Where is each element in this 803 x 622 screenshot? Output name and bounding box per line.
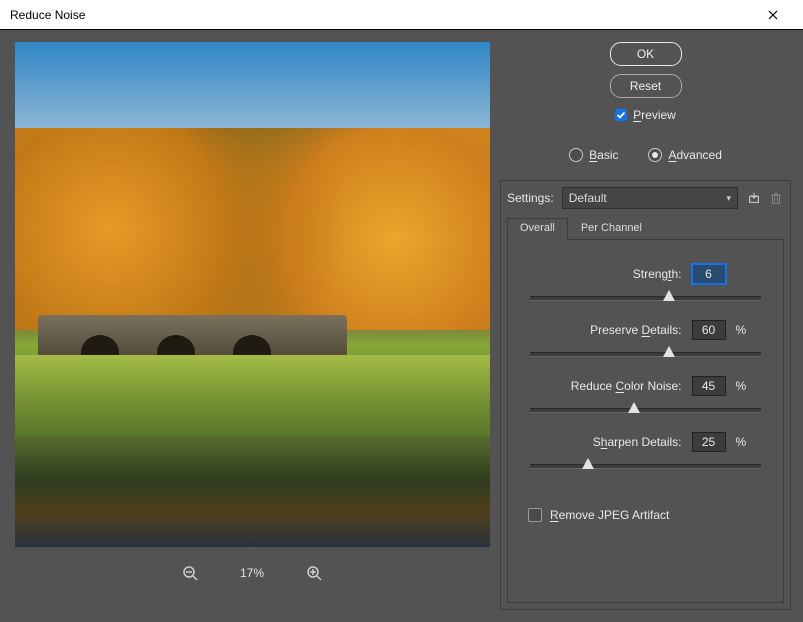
preview-checkbox[interactable] xyxy=(615,109,627,121)
reset-button[interactable]: Reset xyxy=(610,74,682,98)
preserve-details-unit: % xyxy=(736,323,750,337)
mode-advanced-label: Advanced xyxy=(668,148,721,162)
mode-basic[interactable]: Basic xyxy=(569,148,618,162)
settings-panel: Settings: Default ▾ xyxy=(500,180,791,610)
ok-button-label: OK xyxy=(637,47,654,61)
preview-toggle[interactable]: Preview xyxy=(615,108,676,122)
param-reduce-color: Reduce Color Noise: 45 % xyxy=(520,376,771,422)
preserve-details-slider[interactable] xyxy=(530,348,761,366)
reduce-color-value[interactable]: 45 xyxy=(692,376,726,396)
preview-label: Preview xyxy=(633,108,676,122)
close-button[interactable] xyxy=(753,1,793,29)
check-icon xyxy=(616,110,626,120)
strength-slider[interactable] xyxy=(530,292,761,310)
save-preset-button[interactable] xyxy=(746,190,762,206)
param-strength: Strength: 6 xyxy=(520,264,771,310)
remove-jpeg-label: Remove JPEG Artifact xyxy=(550,508,669,522)
delete-preset-button[interactable] xyxy=(768,190,784,206)
param-preserve-details: Preserve Details: 60 % xyxy=(520,320,771,366)
strength-value[interactable]: 6 xyxy=(692,264,726,284)
close-icon xyxy=(768,10,778,20)
tab-overall[interactable]: Overall xyxy=(507,218,568,240)
mode-basic-label: Basic xyxy=(589,148,618,162)
remove-jpeg-checkbox[interactable] xyxy=(528,508,542,522)
ok-button[interactable]: OK xyxy=(610,42,682,66)
radio-advanced[interactable] xyxy=(648,148,662,162)
preserve-details-label: Preserve Details: xyxy=(542,323,682,337)
tab-per-channel-label: Per Channel xyxy=(581,222,642,234)
zoom-level: 17% xyxy=(232,566,272,580)
reduce-color-unit: % xyxy=(736,379,750,393)
remove-jpeg-row[interactable]: Remove JPEG Artifact xyxy=(528,508,771,522)
tab-body-overall: Strength: 6 Preserve Details: 60 % xyxy=(507,240,784,603)
sharpen-details-unit: % xyxy=(736,435,750,449)
settings-selected: Default xyxy=(569,191,607,205)
reset-button-label: Reset xyxy=(630,79,661,93)
tab-per-channel[interactable]: Per Channel xyxy=(568,218,655,240)
reduce-color-slider[interactable] xyxy=(530,404,761,422)
radio-basic[interactable] xyxy=(569,148,583,162)
strength-label: Strength: xyxy=(542,267,682,281)
chevron-down-icon: ▾ xyxy=(726,193,731,204)
settings-select[interactable]: Default ▾ xyxy=(562,187,738,209)
zoom-in-button[interactable] xyxy=(306,565,322,581)
titlebar: Reduce Noise xyxy=(0,0,803,30)
save-preset-icon xyxy=(747,191,761,205)
sharpen-details-label: Sharpen Details: xyxy=(542,435,682,449)
param-sharpen-details: Sharpen Details: 25 % xyxy=(520,432,771,478)
sharpen-details-slider[interactable] xyxy=(530,460,761,478)
zoom-out-icon xyxy=(182,565,198,581)
reduce-color-label: Reduce Color Noise: xyxy=(542,379,682,393)
mode-advanced[interactable]: Advanced xyxy=(648,148,721,162)
sharpen-details-value[interactable]: 25 xyxy=(692,432,726,452)
settings-label: Settings: xyxy=(507,191,554,205)
zoom-out-button[interactable] xyxy=(182,565,198,581)
trash-icon xyxy=(769,191,783,205)
zoom-in-icon xyxy=(306,565,322,581)
window-title: Reduce Noise xyxy=(10,8,753,22)
preserve-details-value[interactable]: 60 xyxy=(692,320,726,340)
preview-image[interactable] xyxy=(15,42,490,547)
tab-overall-label: Overall xyxy=(520,222,555,234)
